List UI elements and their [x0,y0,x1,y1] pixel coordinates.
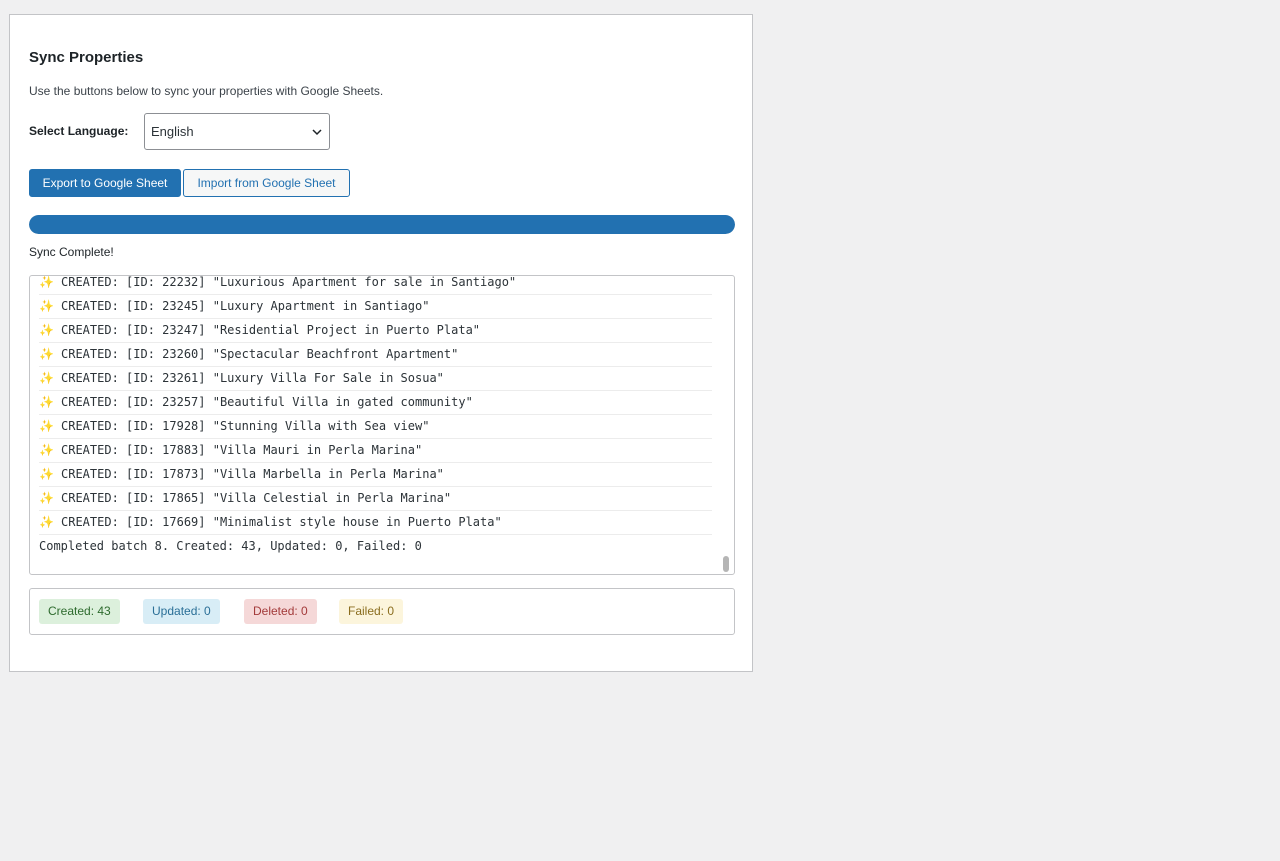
deleted-count-badge: Deleted: 0 [244,599,317,624]
log-line-text: CREATED: [ID: 23245] "Luxury Apartment i… [61,299,430,313]
sync-properties-panel: Sync Properties Use the buttons below to… [9,14,753,672]
sparkles-icon: ✨ [39,323,54,337]
sparkles-icon: ✨ [39,395,54,409]
log-line-text: CREATED: [ID: 22232] "Luxurious Apartmen… [61,275,517,289]
sparkles-icon: ✨ [39,443,54,457]
page-description: Use the buttons below to sync your prope… [29,84,384,98]
log-line: ✨ CREATED: [ID: 17669] "Minimalist style … [39,511,712,535]
log-line-text: CREATED: [ID: 17883] "Villa Mauri in Per… [61,443,423,457]
export-button[interactable]: Export to Google Sheet [29,169,181,197]
log-line-text: CREATED: [ID: 17928] "Stunning Villa wit… [61,419,430,433]
chevron-down-icon [312,128,322,135]
log-line: ✨ CREATED: [ID: 17865] "Villa Celestial i… [39,487,712,511]
log-line: ✨ CREATED: [ID: 17883] "Villa Mauri in Pe… [39,439,712,463]
sync-stats: Created: 43 Updated: 0 Deleted: 0 Failed… [29,588,735,635]
language-label: Select Language: [29,124,129,138]
log-line: ✨ CREATED: [ID: 23257] "Beautiful Villa i… [39,391,712,415]
log-line-text: CREATED: [ID: 23261] "Luxury Villa For S… [61,371,444,385]
log-line-text: CREATED: [ID: 23257] "Beautiful Villa in… [61,395,473,409]
import-button[interactable]: Import from Google Sheet [183,169,350,197]
sparkles-icon: ✨ [39,275,54,289]
log-scrollbar[interactable] [721,276,731,574]
progress-bar [29,215,735,234]
log-line-text: CREATED: [ID: 23247] "Residential Projec… [61,323,481,337]
page-title: Sync Properties [29,49,144,66]
sparkles-icon: ✨ [39,419,54,433]
language-select-value: English [151,124,194,139]
log-line: ✨ CREATED: [ID: 23247] "Residential Proje… [39,319,712,343]
log-summary-line: Completed batch 8. Created: 43, Updated:… [39,539,422,553]
language-select[interactable]: English [144,113,330,150]
log-line: ✨ CREATED: [ID: 23245] "Luxury Apartment … [39,295,712,319]
sparkles-icon: ✨ [39,347,54,361]
log-line-text: CREATED: [ID: 23260] "Spectacular Beachf… [61,347,459,361]
sync-status: Sync Complete! [29,245,114,259]
sparkles-icon: ✨ [39,491,54,505]
sync-log[interactable]: ✨ CREATED: [ID: 22232] "Luxurious Apartme… [29,275,735,575]
progress-fill [29,215,735,234]
log-line: ✨ CREATED: [ID: 22232] "Luxurious Apartme… [39,275,712,295]
failed-count-badge: Failed: 0 [339,599,404,624]
sparkles-icon: ✨ [39,515,54,529]
log-line-text: CREATED: [ID: 17865] "Villa Celestial in… [61,491,452,505]
log-list: ✨ CREATED: [ID: 22232] "Luxurious Apartme… [39,275,712,558]
sparkles-icon: ✨ [39,299,54,313]
log-line-text: CREATED: [ID: 17873] "Villa Marbella in … [61,467,444,481]
log-line: ✨ CREATED: [ID: 23260] "Spectacular Beach… [39,343,712,367]
sparkles-icon: ✨ [39,371,54,385]
updated-count-badge: Updated: 0 [143,599,220,624]
log-line: ✨ CREATED: [ID: 23261] "Luxury Villa For … [39,367,712,391]
log-scrollbar-thumb[interactable] [723,556,729,572]
created-count-badge: Created: 43 [39,599,120,624]
log-line: ✨ CREATED: [ID: 17928] "Stunning Villa wi… [39,415,712,439]
sparkles-icon: ✨ [39,467,54,481]
log-line-text: CREATED: [ID: 17669] "Minimalist style h… [61,515,502,529]
log-line: ✨ CREATED: [ID: 17873] "Villa Marbella in… [39,463,712,487]
